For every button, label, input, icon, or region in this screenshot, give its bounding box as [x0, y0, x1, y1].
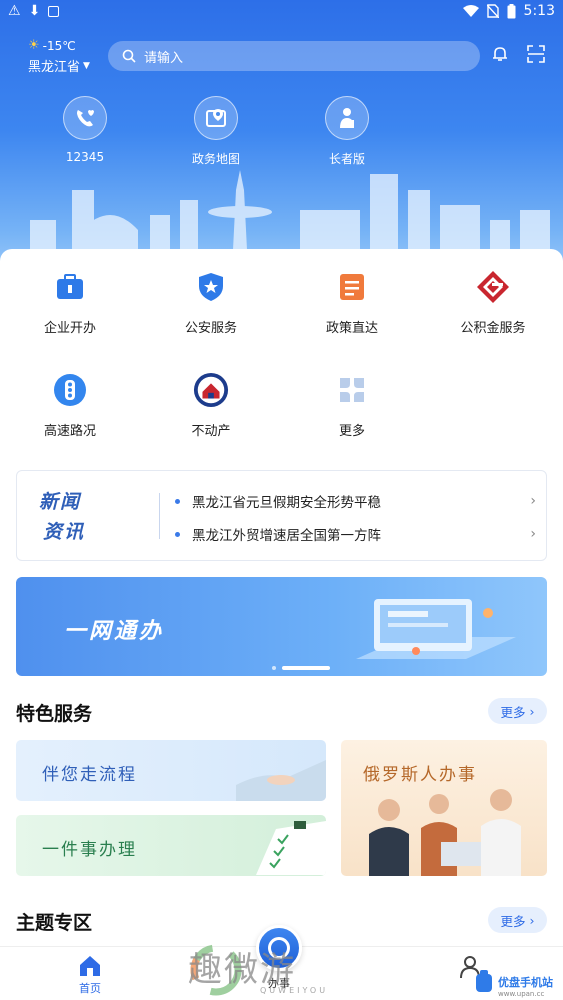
search-icon	[122, 49, 136, 63]
topics-section-title: 主题专区	[16, 912, 93, 934]
service-real-estate[interactable]: 不动产	[156, 372, 266, 439]
carousel-dot-active	[282, 666, 330, 670]
card-title: 一件事办理	[42, 840, 137, 860]
real-estate-seal-icon	[193, 372, 229, 408]
service-policy[interactable]: 政策直达	[297, 269, 407, 336]
tab-label: 首页	[79, 982, 101, 995]
service-label: 高速路况	[43, 424, 96, 439]
service-label: 公安服务	[184, 321, 237, 336]
sun-icon: ☀	[28, 38, 40, 53]
phone-heart-icon	[77, 110, 94, 127]
news-item-title: 黑龙江外贸增速居全国第一方阵	[192, 528, 381, 544]
quick-link-elder[interactable]: 长者版	[302, 96, 392, 167]
watermark-sub: QUWEIYOU	[260, 986, 329, 995]
search-placeholder: 请输入	[144, 50, 184, 66]
service-label: 政策直达	[325, 321, 378, 336]
housing-fund-icon	[477, 271, 509, 303]
business-people-illustration	[369, 789, 521, 876]
document-icon	[340, 274, 364, 300]
quick-link-12345[interactable]: 12345	[40, 96, 130, 164]
more-grid-icon	[340, 378, 364, 402]
chevron-right-icon: ›	[530, 493, 536, 509]
featured-card-process[interactable]: 伴您走流程	[16, 740, 326, 801]
province-label: 黑龙江省	[28, 60, 81, 75]
more-label: 更多	[500, 913, 526, 929]
tab-home[interactable]: 首页	[78, 955, 102, 996]
status-time: 5:13	[523, 3, 555, 19]
news-card: 新闻 资讯 黑龙江省元旦假期安全形势平稳 › 黑龙江外贸增速居全国第一方阵 ›	[16, 470, 547, 561]
topics-more-button[interactable]: 更多 ›	[488, 907, 547, 933]
chevron-right-icon: ›	[529, 703, 535, 719]
temperature: -15℃	[42, 38, 76, 53]
service-label: 不动产	[191, 424, 231, 439]
service-label: 企业开办	[43, 321, 96, 336]
map-icon	[206, 109, 226, 127]
news-divider	[159, 493, 160, 539]
handshake-illustration	[236, 760, 326, 801]
news-item[interactable]: 黑龙江外贸增速居全国第一方阵 ›	[175, 524, 540, 544]
bell-icon[interactable]	[491, 45, 509, 63]
wifi-icon	[462, 4, 479, 17]
battery-icon	[507, 3, 516, 18]
featured-more-button[interactable]: 更多 ›	[488, 698, 547, 724]
carousel-indicator	[272, 666, 330, 670]
search-input[interactable]: 请输入	[108, 41, 480, 71]
service-police[interactable]: 公安服务	[156, 269, 266, 336]
card-title: 伴您走流程	[42, 765, 137, 785]
elder-icon	[340, 108, 354, 128]
home-icon	[80, 956, 100, 976]
quick-link-map[interactable]: 政务地图	[171, 96, 261, 167]
app-notification-icon	[48, 5, 60, 17]
featured-section-title: 特色服务	[16, 703, 93, 725]
news-item[interactable]: 黑龙江省元旦假期安全形势平稳 ›	[175, 491, 540, 511]
service-housing-fund[interactable]: 公积金服务	[438, 269, 548, 336]
chevron-right-icon: ›	[529, 912, 535, 928]
news-logo-line1: 新闻	[39, 491, 82, 513]
briefcase-icon	[57, 274, 83, 299]
service-company-registration[interactable]: 企业开办	[15, 269, 125, 336]
bullet-icon	[175, 531, 180, 537]
police-shield-icon	[199, 273, 223, 301]
weather-widget[interactable]: ☀ -15℃ 黑龙江省 ▼	[28, 38, 90, 75]
quick-link-label: 12345	[65, 150, 105, 164]
service-label: 更多	[338, 424, 365, 439]
traffic-light-icon	[54, 374, 86, 406]
bullet-icon	[175, 498, 180, 504]
warning-icon: ⚠	[8, 3, 21, 19]
watermark-site-url: www.upan.cc	[498, 990, 545, 998]
featured-card-one-thing[interactable]: 一件事办理	[16, 815, 326, 876]
chevron-right-icon: ›	[530, 526, 536, 542]
caret-down-icon: ▼	[83, 60, 90, 71]
download-icon: ⬇	[28, 3, 41, 19]
province-selector[interactable]: 黑龙江省 ▼	[28, 56, 90, 75]
carousel-dot	[272, 666, 276, 670]
promo-banner[interactable]: 一网通办	[16, 577, 547, 676]
service-highway[interactable]: 高速路况	[15, 372, 125, 439]
quick-link-label: 长者版	[328, 152, 365, 166]
no-sim-icon	[486, 4, 499, 18]
service-label: 公积金服务	[460, 321, 526, 336]
news-logo: 新闻 资讯	[39, 487, 85, 547]
more-label: 更多	[500, 704, 526, 720]
checklist-illustration	[256, 821, 326, 875]
scan-icon[interactable]	[527, 45, 545, 63]
status-bar: ⚠ ⬇ 5:13	[0, 0, 563, 26]
hero-header: ⚠ ⬇ 5:13 ☀ -15℃ 黑龙江省 ▼ 请输入 12345 政务地图 长者…	[0, 0, 563, 290]
news-item-title: 黑龙江省元旦假期安全形势平稳	[192, 495, 381, 511]
computer-illustration	[356, 599, 516, 659]
quick-link-label: 政务地图	[191, 152, 240, 166]
watermark-site-name: 优盘手机站	[498, 976, 553, 989]
watermark-text: 趣微游	[188, 950, 296, 990]
banner-title: 一网通办	[64, 619, 165, 644]
news-logo-line2: 资讯	[43, 521, 86, 543]
site-logo-icon	[476, 970, 492, 992]
featured-card-russian[interactable]: 俄罗斯人办事	[341, 740, 547, 876]
watermark-site: 优盘手机站 www.upan.cc	[498, 974, 553, 998]
service-more[interactable]: 更多	[297, 372, 407, 439]
